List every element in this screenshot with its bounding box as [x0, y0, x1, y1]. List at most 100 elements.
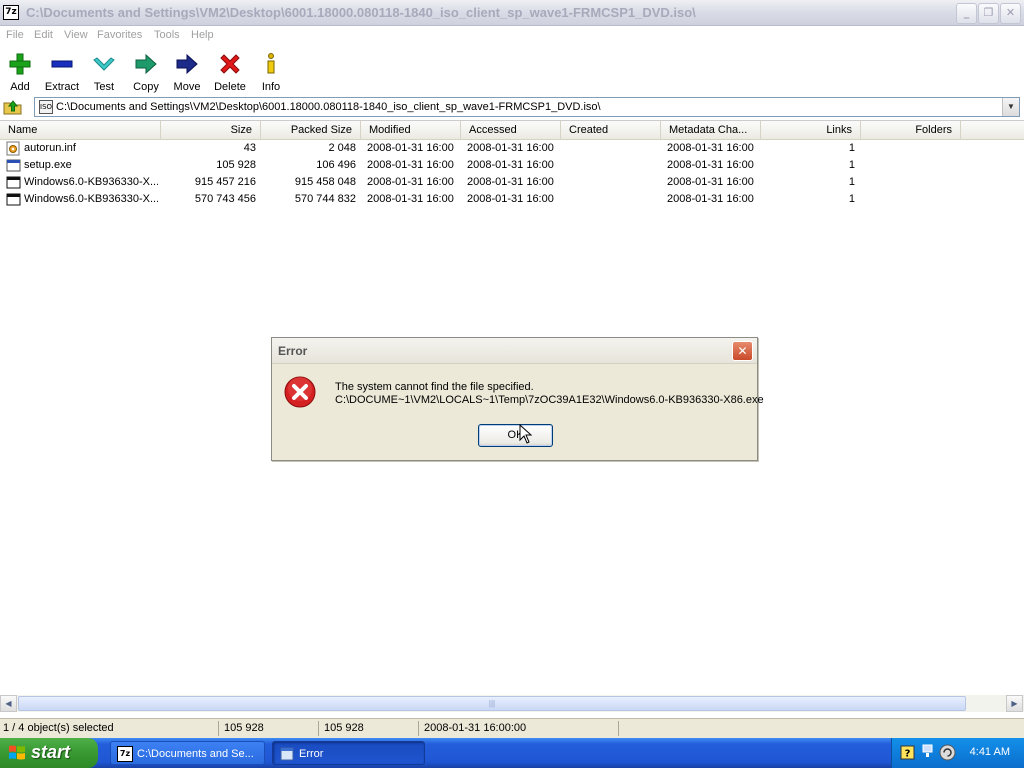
address-bar: ISO C:\Documents and Settings\VM2\Deskto…: [0, 96, 1024, 119]
move-arrow-icon: [176, 53, 198, 75]
column-header-created[interactable]: Created: [561, 121, 661, 140]
column-header-name[interactable]: Name: [0, 121, 161, 140]
table-row[interactable]: setup.exe 105 928 106 496 2008-01-31 16:…: [0, 158, 1024, 175]
cell-accessed: 2008-01-31 16:00: [467, 193, 554, 205]
column-header-accessed[interactable]: Accessed: [461, 121, 561, 140]
menu-view[interactable]: View: [64, 29, 88, 41]
status-divider: [318, 721, 319, 736]
error-message: The system cannot find the file specifie…: [335, 381, 534, 393]
minus-icon: [51, 60, 73, 68]
menu-favorites[interactable]: Favorites: [97, 29, 142, 41]
cell-links: 1: [848, 193, 855, 205]
cell-packed-size: 915 458 048: [294, 176, 356, 188]
folder-up-icon[interactable]: [3, 98, 23, 116]
extract-label: Extract: [44, 81, 80, 93]
security-center-icon[interactable]: [939, 744, 956, 761]
status-divider: [618, 721, 619, 736]
add-label: Add: [10, 81, 30, 93]
add-button[interactable]: Add: [0, 50, 42, 94]
copy-arrow-icon: [135, 53, 157, 75]
menu-bar: File Edit View Favorites Tools Help: [0, 26, 1024, 45]
cell-size: 915 457 216: [194, 176, 256, 188]
info-label: Info: [261, 81, 281, 93]
scroll-right-button[interactable]: ▶: [1006, 695, 1023, 712]
cell-metadata-changed: 2008-01-31 16:00: [667, 159, 754, 171]
menu-help[interactable]: Help: [191, 29, 214, 41]
cell-modified: 2008-01-31 16:00: [367, 159, 454, 171]
cell-accessed: 2008-01-31 16:00: [467, 176, 554, 188]
start-label: start: [31, 742, 71, 762]
error-dialog: Error ✕ The system cannot find the file …: [271, 337, 764, 461]
extract-button[interactable]: Extract: [40, 50, 84, 94]
table-row[interactable]: Windows6.0-KB936330-X... 915 457 216 915…: [0, 175, 1024, 192]
table-row[interactable]: Windows6.0-KB936330-X... 570 743 456 570…: [0, 192, 1024, 209]
taskbar-button-error[interactable]: Error: [272, 741, 425, 765]
column-header-metadata-changed[interactable]: Metadata Cha...: [661, 121, 761, 140]
window-icon: [280, 747, 294, 761]
cell-packed-size: 2 048: [328, 142, 356, 154]
exe-file-icon: [6, 193, 21, 206]
test-button[interactable]: Test: [82, 50, 126, 94]
scroll-left-button[interactable]: ◀: [0, 695, 17, 712]
7zip-app-icon: 7z: [117, 746, 133, 762]
move-button[interactable]: Move: [165, 50, 209, 94]
status-divider: [218, 721, 219, 736]
column-header-links[interactable]: Links: [761, 121, 861, 140]
column-header-modified[interactable]: Modified: [361, 121, 461, 140]
table-row[interactable]: autorun.inf 43 2 048 2008-01-31 16:00 20…: [0, 141, 1024, 158]
cell-name: Windows6.0-KB936330-X...: [24, 176, 158, 188]
column-header-size[interactable]: Size: [161, 121, 261, 140]
dialog-close-button[interactable]: ✕: [732, 341, 753, 361]
menu-tools[interactable]: Tools: [154, 29, 180, 41]
cell-name: setup.exe: [24, 159, 72, 171]
start-button[interactable]: start: [0, 738, 98, 768]
status-divider: [418, 721, 419, 736]
test-label: Test: [93, 81, 115, 93]
info-icon: [267, 53, 275, 74]
dialog-title: Error: [278, 344, 308, 358]
inf-file-icon: [6, 141, 20, 156]
clock: 4:41 AM: [969, 746, 1010, 758]
cell-size: 43: [243, 142, 256, 154]
cell-size: 570 743 456: [194, 193, 256, 205]
cell-accessed: 2008-01-31 16:00: [467, 159, 554, 171]
task-label: Error: [299, 748, 324, 760]
address-input[interactable]: ISO C:\Documents and Settings\VM2\Deskto…: [34, 97, 1020, 117]
cell-links: 1: [848, 159, 855, 171]
menu-file[interactable]: File: [6, 29, 24, 41]
horizontal-scrollbar[interactable]: ◀ ||| ▶: [0, 695, 1024, 712]
taskbar: start 7z C:\Documents and Se... Error ? …: [0, 738, 1024, 768]
minimize-button[interactable]: _: [956, 3, 977, 24]
cell-metadata-changed: 2008-01-31 16:00: [667, 193, 754, 205]
network-icon[interactable]: [921, 743, 935, 761]
checkmark-icon: [93, 57, 115, 71]
menu-edit[interactable]: Edit: [34, 29, 53, 41]
scroll-thumb[interactable]: |||: [18, 696, 966, 711]
maximize-button[interactable]: ❐: [978, 3, 999, 24]
plus-icon: [9, 53, 31, 75]
address-path: C:\Documents and Settings\VM2\Desktop\60…: [56, 101, 601, 113]
ok-button[interactable]: OK: [478, 424, 553, 447]
status-modified: 2008-01-31 16:00:00: [424, 722, 527, 734]
column-header-folders[interactable]: Folders: [861, 121, 961, 140]
status-packed: 105 928: [324, 722, 364, 734]
help-icon[interactable]: ?: [900, 745, 915, 760]
cell-packed-size: 106 496: [316, 159, 356, 171]
7zip-app-icon[interactable]: 7z: [3, 5, 19, 20]
mouse-cursor-icon: [519, 424, 533, 444]
cell-size: 105 928: [216, 159, 256, 171]
column-header-filler: [961, 121, 1024, 140]
cell-modified: 2008-01-31 16:00: [367, 176, 454, 188]
info-button[interactable]: Info: [249, 50, 293, 94]
copy-button[interactable]: Copy: [124, 50, 168, 94]
address-dropdown-button[interactable]: ▼: [1002, 98, 1019, 116]
cell-metadata-changed: 2008-01-31 16:00: [667, 142, 754, 154]
column-header-packed-size[interactable]: Packed Size: [261, 121, 361, 140]
delete-button[interactable]: Delete: [208, 50, 252, 94]
close-button[interactable]: ✕: [1000, 3, 1021, 24]
cell-accessed: 2008-01-31 16:00: [467, 142, 554, 154]
window-title: C:\Documents and Settings\VM2\Desktop\60…: [26, 5, 696, 20]
task-label: C:\Documents and Se...: [137, 748, 254, 760]
taskbar-button-7zip[interactable]: 7z C:\Documents and Se...: [110, 741, 265, 765]
cell-packed-size: 570 744 832: [294, 193, 356, 205]
